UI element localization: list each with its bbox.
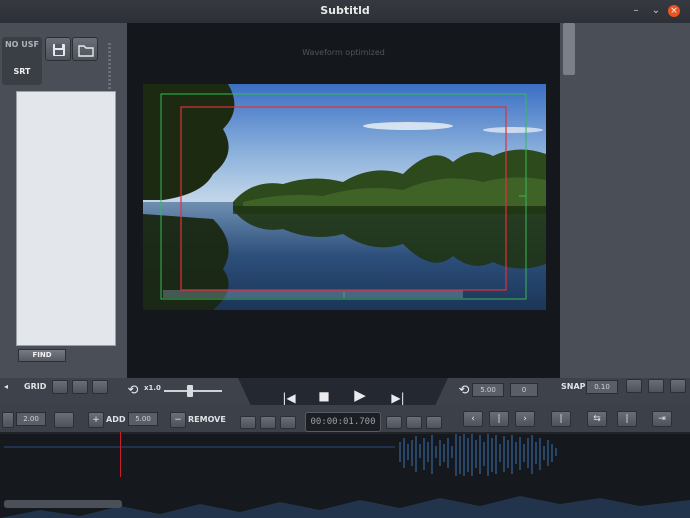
format-usf[interactable]: NO USF	[2, 40, 42, 49]
snap-option-3[interactable]	[670, 379, 686, 393]
status-overlay: Waveform optimized	[302, 48, 385, 57]
panel-resize-handle[interactable]	[563, 23, 575, 75]
format-selector[interactable]: NO USF SRT	[2, 37, 42, 85]
playhead[interactable]	[120, 432, 121, 477]
snap-offset-field[interactable]: 5.00	[472, 383, 504, 397]
left-panel: NO USF SRT FIND	[0, 23, 127, 378]
video-frame-image	[143, 84, 546, 310]
playback-speed-icon[interactable]: ⟲	[120, 378, 146, 404]
floppy-disk-icon	[53, 44, 65, 56]
grid-toggle[interactable]: GRID	[24, 382, 46, 391]
grid-left-icon[interactable]: ◂	[4, 382, 8, 391]
save-button[interactable]	[45, 37, 71, 61]
format-srt[interactable]: SRT	[2, 67, 42, 76]
subtitld-window: Subtitld – ⌄ × NO USF SRT FIND Waveform …	[0, 0, 690, 518]
remove-button[interactable]: REMOVE	[188, 415, 226, 424]
grid-option-2[interactable]	[72, 380, 88, 394]
speed-value: x1.0	[144, 384, 161, 392]
move-end-button[interactable]: |	[617, 411, 637, 427]
move-both-button[interactable]: ⇆	[587, 411, 607, 427]
step-back-button[interactable]	[2, 412, 14, 428]
edit-option-5[interactable]	[406, 416, 422, 429]
slice-start-button[interactable]: ‹	[463, 411, 483, 427]
step-forward-button[interactable]	[54, 412, 74, 428]
snap-option-1[interactable]	[626, 379, 642, 393]
snap-value-field[interactable]: 0.10	[586, 380, 618, 394]
remove-icon[interactable]: −	[170, 412, 186, 428]
edit-option-2[interactable]	[260, 416, 276, 429]
edit-option-4[interactable]	[386, 416, 402, 429]
minimize-button[interactable]: –	[630, 5, 642, 17]
subtitle-list[interactable]	[16, 91, 116, 346]
edit-option-1[interactable]	[240, 416, 256, 429]
move-start-button[interactable]: |	[551, 411, 571, 427]
add-button[interactable]: ADD	[106, 415, 125, 424]
slice-end-button[interactable]: ›	[515, 411, 535, 427]
grid-option-3[interactable]	[92, 380, 108, 394]
right-panel	[560, 23, 690, 378]
snap-repeat-field[interactable]: 0	[510, 383, 538, 397]
timeline[interactable]	[0, 432, 690, 518]
window-title: Subtitld	[320, 4, 370, 17]
add-duration-field[interactable]: 5.00	[128, 412, 158, 426]
timeline-scrollbar[interactable]	[4, 500, 122, 508]
join-button[interactable]: ⇥	[652, 411, 672, 427]
slice-middle-button[interactable]: |	[489, 411, 509, 427]
find-button[interactable]: FIND	[18, 349, 66, 362]
panel-grip[interactable]	[108, 43, 111, 89]
step-value-field[interactable]: 2.00	[16, 412, 46, 426]
grid-option-1[interactable]	[52, 380, 68, 394]
snap-toggle[interactable]: SNAP	[561, 382, 586, 391]
folder-icon	[78, 45, 94, 57]
edit-option-3[interactable]	[280, 416, 296, 429]
video-preview[interactable]	[143, 84, 546, 310]
speed-slider-thumb[interactable]	[187, 385, 194, 397]
close-button[interactable]: ×	[668, 5, 680, 17]
snap-option-2[interactable]	[648, 379, 664, 393]
open-button[interactable]	[72, 37, 98, 61]
title-bar: Subtitld – ⌄ ×	[0, 0, 690, 23]
timecode-display: 00:00:01.700	[305, 412, 381, 432]
maximize-button[interactable]: ⌄	[650, 5, 662, 17]
edit-option-6[interactable]	[426, 416, 442, 429]
video-area[interactable]: Waveform optimized	[127, 23, 560, 378]
add-icon[interactable]: +	[88, 412, 104, 428]
